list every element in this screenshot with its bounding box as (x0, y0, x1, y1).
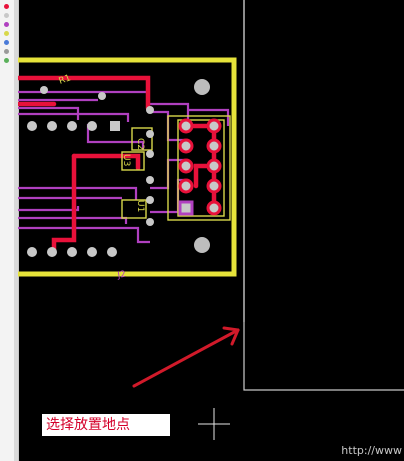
watermark-text: http://www (341, 444, 402, 457)
designator-u3: U3 (121, 154, 131, 166)
designator-c2: C2 (135, 138, 145, 150)
annotation-arrow-icon (132, 326, 240, 388)
status-prompt-label: 选择放置地点 (42, 414, 170, 436)
crosshair-cursor-icon (198, 408, 230, 440)
pcb-canvas[interactable]: R1 C2 U3 U1 J2 (18, 0, 404, 461)
left-panel-strip (0, 0, 19, 461)
designator-j2: J2 (116, 270, 127, 281)
designator-u1: U1 (135, 200, 145, 212)
component-pads (27, 86, 222, 257)
designator-r1: R1 (58, 73, 73, 86)
layer-color-dots-icon[interactable] (2, 4, 14, 67)
selection-rectangle (243, 0, 404, 391)
pcb-editor-window: R1 C2 U3 U1 J2 选择放置地点 http://www (0, 0, 404, 461)
